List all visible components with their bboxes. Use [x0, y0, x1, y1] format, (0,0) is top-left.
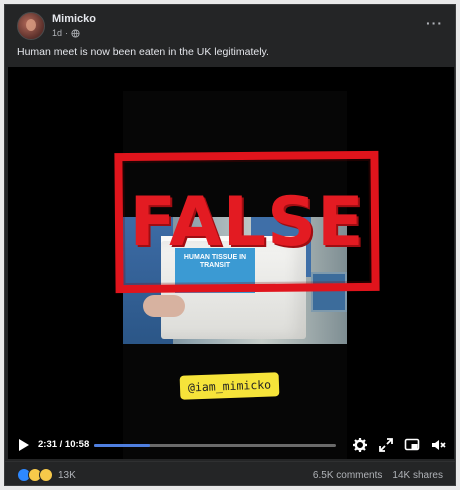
more-options-button[interactable]: ···	[426, 15, 443, 31]
post-footer: 13K 6.5K comments 14K shares	[5, 461, 455, 485]
post-caption: Human meet is now been eaten in the UK l…	[17, 46, 269, 58]
wow-reaction-icon	[39, 468, 53, 482]
reaction-count: 13K	[58, 469, 76, 481]
meta-separator: ·	[65, 28, 69, 38]
post-meta: 1d ·	[52, 28, 80, 38]
page-name[interactable]: Mimicko	[52, 13, 96, 25]
post-header: Mimicko 1d · ···	[5, 5, 455, 43]
reactions-summary[interactable]: 13K	[17, 468, 76, 482]
mute-icon[interactable]	[430, 437, 446, 453]
progress-bar[interactable]	[94, 444, 336, 447]
post-stats: 6.5K comments 14K shares	[313, 470, 443, 481]
avatar-face	[26, 19, 36, 31]
globe-icon	[71, 28, 80, 38]
progress-fill	[94, 444, 150, 447]
shares-count[interactable]: 14K shares	[392, 470, 443, 481]
avatar[interactable]	[17, 12, 45, 40]
post-time[interactable]: 1d	[52, 28, 62, 38]
comments-count[interactable]: 6.5K comments	[313, 470, 382, 481]
fullscreen-icon[interactable]	[378, 437, 394, 453]
handle-sticker: @iam_mimicko	[179, 372, 280, 400]
worker-hand	[143, 295, 185, 317]
video-player[interactable]: HUMAN TISSUE IN TRANSIT FALSE @iam_mimic…	[8, 67, 454, 459]
post-card: Mimicko 1d · ··· Human meet is now been …	[4, 4, 456, 486]
video-time: 2:31 / 10:58	[38, 439, 90, 450]
play-icon[interactable]	[18, 438, 30, 452]
false-stamp-text: FALSE	[129, 183, 365, 262]
picture-in-picture-icon[interactable]	[404, 437, 420, 453]
video-controls: 2:31 / 10:58	[8, 431, 454, 459]
settings-gear-icon[interactable]	[352, 437, 368, 453]
